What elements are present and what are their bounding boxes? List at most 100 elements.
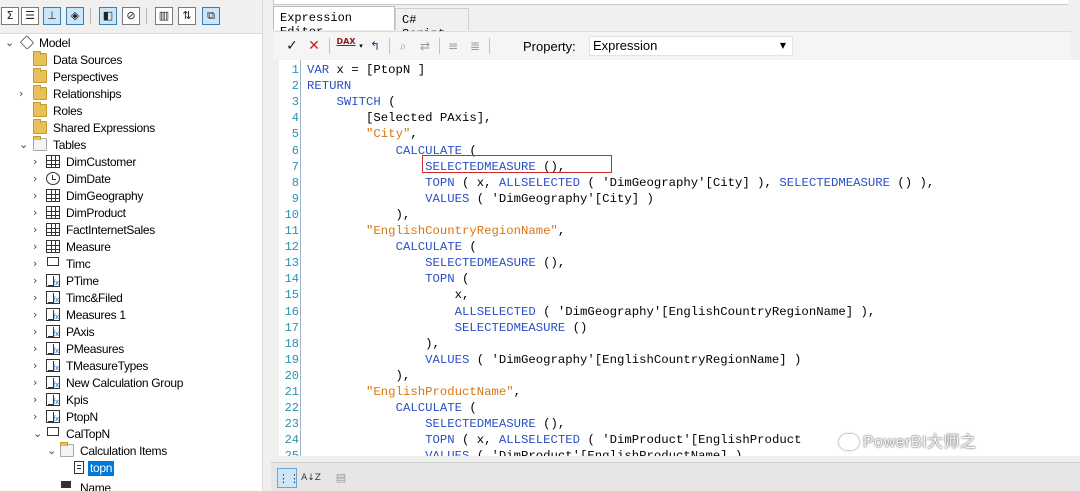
- collapsed-chevron-icon[interactable]: ›: [33, 359, 43, 372]
- tree-node-table[interactable]: › Measures 1: [0, 307, 262, 324]
- tree-node-data-sources[interactable]: Data Sources: [0, 51, 262, 69]
- tree-label: Kpis: [66, 393, 89, 407]
- tree-node-table[interactable]: › PMeasures: [0, 341, 262, 358]
- find-icon[interactable]: ⌕: [395, 36, 411, 56]
- dependency-icon[interactable]: ↰: [367, 36, 383, 56]
- property-dropdown[interactable]: Expression ▼: [589, 36, 793, 56]
- list-icon[interactable]: ☰: [21, 7, 39, 25]
- categorized-icon[interactable]: ⋮⋮: [277, 468, 300, 488]
- tree-node-table[interactable]: › FactInternetSales: [0, 222, 262, 239]
- collapsed-chevron-icon[interactable]: ›: [33, 172, 43, 185]
- collapsed-chevron-icon[interactable]: ›: [33, 274, 43, 287]
- tree-node-calculation-item-selected[interactable]: topn: [0, 460, 262, 477]
- tab-expression-editor[interactable]: Expression Editor: [273, 6, 395, 39]
- comment-icon[interactable]: ≡: [445, 36, 461, 56]
- folder-filter-icon[interactable]: ◧: [99, 7, 117, 25]
- tree-node-name-column[interactable]: Name: [0, 477, 262, 491]
- tree-label: DimDate: [66, 172, 111, 186]
- no-folder-icon[interactable]: ⊘: [122, 7, 140, 25]
- collapsed-chevron-icon[interactable]: ›: [33, 291, 43, 304]
- table-icon: [46, 206, 60, 219]
- tree-node-table[interactable]: › DimDate: [0, 171, 262, 188]
- perspective-icon[interactable]: ⧉: [202, 7, 220, 25]
- sort-alphabetical-icon[interactable]: A↓Z: [301, 468, 321, 488]
- expanded-chevron-icon[interactable]: ⌄: [47, 444, 57, 457]
- code-line: SELECTEDMEASURE (),: [425, 417, 566, 432]
- tree-node-table[interactable]: › Kpis: [0, 392, 262, 409]
- model-explorer-pane: Σ ☰ ⊥ ◈ ◧ ⊘ ▥ ⇅ ⧉ ⌄ Model Data Sources P…: [0, 0, 263, 491]
- collapsed-chevron-icon[interactable]: ›: [33, 206, 43, 219]
- expression-toolbar: ✓ ✕ DAX ▾ ↰ ⌕ ⇄ ≡ ≣ Property: Expression…: [273, 31, 1071, 59]
- tree-label: DimGeography: [66, 189, 144, 203]
- tree-node-table[interactable]: › DimCustomer: [0, 154, 262, 171]
- accept-check-icon[interactable]: ✓: [283, 36, 301, 56]
- calculated-table-icon: [47, 257, 59, 266]
- toolbar-separator: [329, 38, 330, 54]
- watermark-text: PowerBI大师之: [863, 434, 977, 451]
- line-number: 1: [291, 63, 299, 77]
- tree-label: Measures 1: [66, 308, 126, 322]
- toolbar-separator: [389, 38, 390, 54]
- columns-icon[interactable]: ▥: [155, 7, 173, 25]
- tree-node-table[interactable]: › Measure: [0, 239, 262, 256]
- collapsed-chevron-icon[interactable]: ›: [33, 325, 43, 338]
- code-line: VALUES ( 'DimGeography'[EnglishCountryRe…: [425, 352, 802, 367]
- tree-node-table[interactable]: › TMeasureTypes: [0, 358, 262, 375]
- tree-node-calculation-items[interactable]: ⌄ Calculation Items: [0, 442, 262, 460]
- uncomment-icon[interactable]: ≣: [467, 36, 483, 56]
- replace-icon[interactable]: ⇄: [417, 36, 433, 56]
- collapsed-chevron-icon[interactable]: ›: [33, 410, 43, 423]
- hierarchy-icon[interactable]: ⊥: [43, 7, 61, 25]
- clock-icon: [46, 172, 60, 185]
- code-editor[interactable]: 1234567891011121314151617181920212223242…: [279, 60, 1080, 456]
- tree-node-roles[interactable]: Roles: [0, 102, 262, 120]
- collapsed-chevron-icon[interactable]: ›: [19, 87, 29, 100]
- tree-node-table[interactable]: › PtopN: [0, 409, 262, 426]
- tree-node-perspectives[interactable]: Perspectives: [0, 68, 262, 86]
- code-line: TOPN (: [425, 272, 470, 287]
- sort-icon[interactable]: ⇅: [178, 7, 196, 25]
- tree-label: CalTopN: [66, 427, 110, 441]
- tree-node-model[interactable]: ⌄ Model: [0, 35, 262, 52]
- collapsed-chevron-icon[interactable]: ›: [33, 223, 43, 236]
- collapsed-chevron-icon[interactable]: ›: [33, 393, 43, 406]
- tree-node-table[interactable]: › New Calculation Group: [0, 375, 262, 392]
- collapsed-chevron-icon[interactable]: ›: [33, 308, 43, 321]
- tree-label: PtopN: [66, 410, 98, 424]
- tab-csharp-script[interactable]: C# Script: [395, 8, 469, 41]
- tree-node-table[interactable]: › Timc: [0, 256, 262, 273]
- expanded-chevron-icon[interactable]: ⌄: [33, 427, 43, 440]
- property-pages-icon[interactable]: ▤: [331, 468, 351, 488]
- collapsed-chevron-icon[interactable]: ›: [33, 155, 43, 168]
- dax-format-icon[interactable]: DAX: [335, 36, 357, 56]
- tree-node-relationships[interactable]: › Relationships: [0, 85, 262, 103]
- property-dropdown-value: Expression: [593, 38, 658, 53]
- sigma-icon[interactable]: Σ: [1, 7, 19, 25]
- toolbar-separator: [146, 8, 147, 24]
- property-label: Property:: [523, 39, 576, 54]
- tree-node-table[interactable]: › Timc&Filed: [0, 290, 262, 307]
- expanded-chevron-icon[interactable]: ⌄: [5, 36, 15, 49]
- code-line: SELECTEDMEASURE (),: [425, 256, 566, 271]
- expanded-chevron-icon[interactable]: ⌄: [19, 138, 29, 151]
- tree-node-table[interactable]: › DimGeography: [0, 188, 262, 205]
- collapsed-chevron-icon[interactable]: ›: [33, 257, 43, 270]
- tree-node-table[interactable]: › DimProduct: [0, 205, 262, 222]
- collapsed-chevron-icon[interactable]: ›: [33, 376, 43, 389]
- collapsed-chevron-icon[interactable]: ›: [33, 189, 43, 202]
- toolbar-separator: [90, 8, 91, 24]
- code-line: SELECTEDMEASURE (): [454, 320, 588, 335]
- collapsed-chevron-icon[interactable]: ›: [33, 240, 43, 253]
- tree-node-table[interactable]: › PTime: [0, 273, 262, 290]
- code-line: RETURN: [307, 79, 352, 94]
- cube-icon[interactable]: ◈: [66, 7, 84, 25]
- tree-node-shared-expressions[interactable]: Shared Expressions: [0, 119, 262, 137]
- dropdown-arrow-icon[interactable]: ▾: [357, 36, 365, 56]
- explorer-toolbar: Σ ☰ ⊥ ◈ ◧ ⊘ ▥ ⇅ ⧉: [0, 0, 262, 34]
- cancel-x-icon[interactable]: ✕: [305, 36, 323, 56]
- tree-node-tables[interactable]: ⌄ Tables: [0, 136, 262, 154]
- tree-node-table[interactable]: ⌄ CalTopN: [0, 426, 262, 443]
- collapsed-chevron-icon[interactable]: ›: [33, 342, 43, 355]
- line-number: 19: [284, 352, 299, 367]
- tree-node-table[interactable]: › PAxis: [0, 324, 262, 341]
